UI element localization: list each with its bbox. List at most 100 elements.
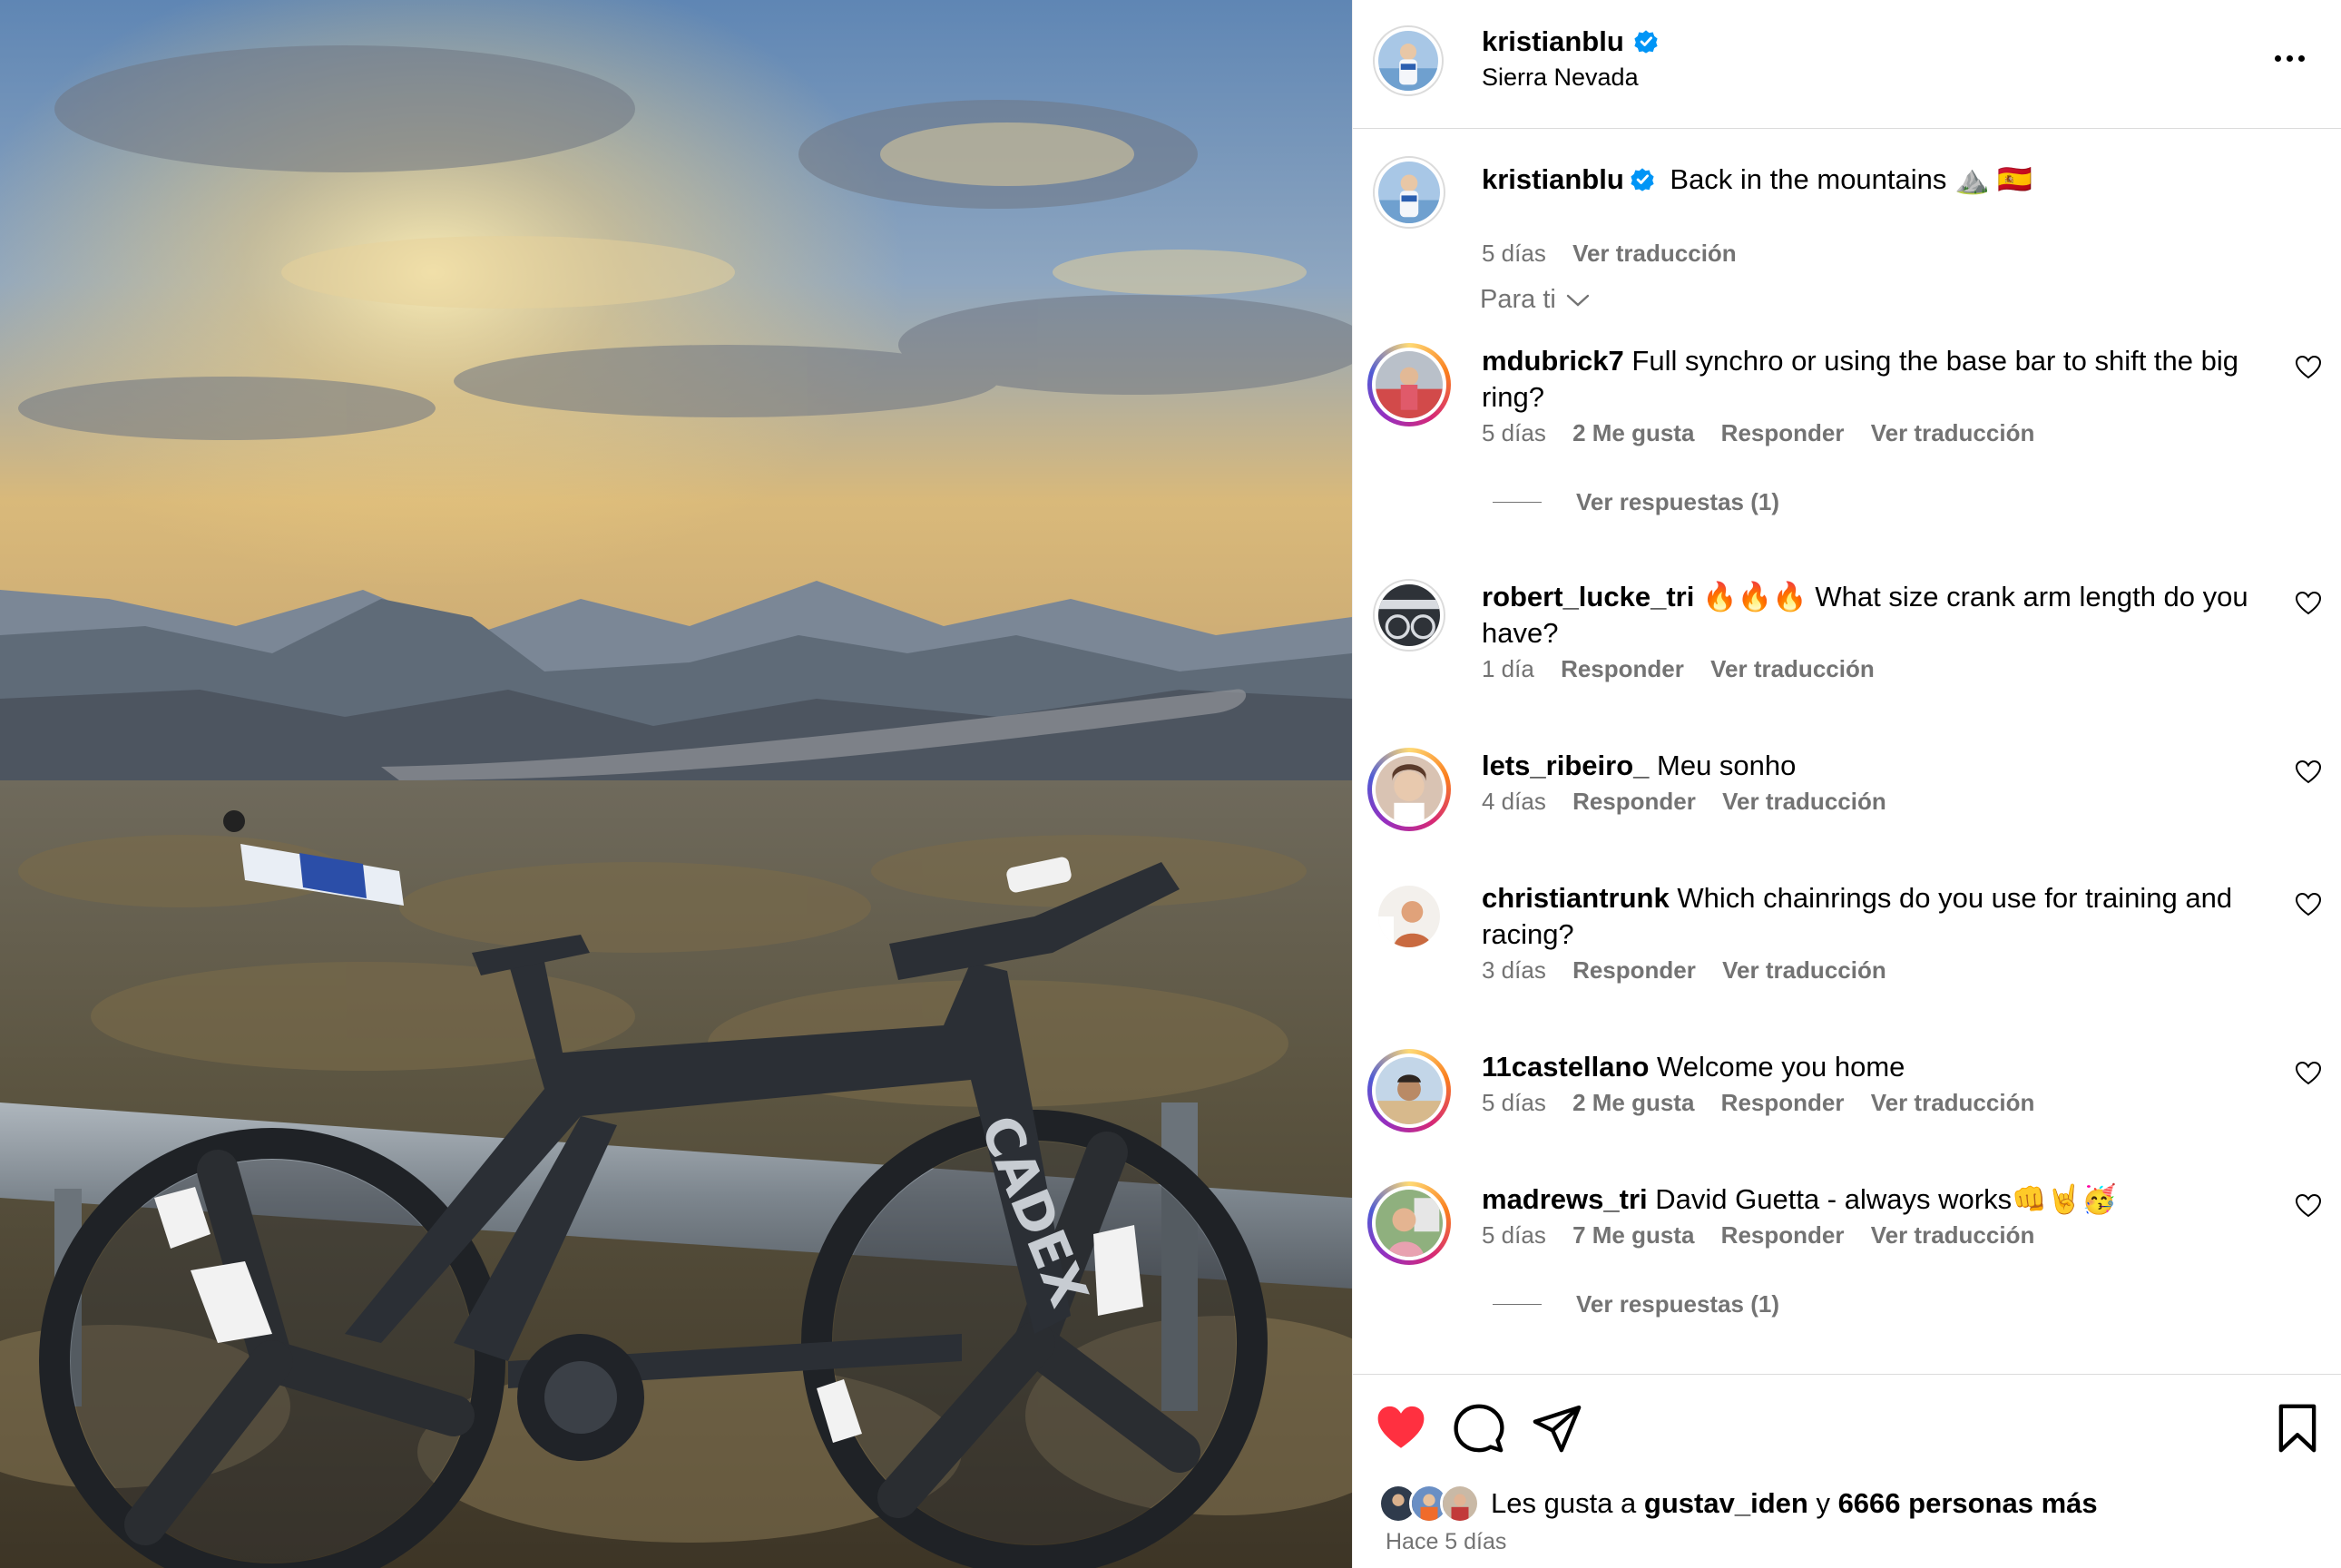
verified-badge-icon [1634,30,1658,54]
comment-body: lets_ribeiro_ Meu sonho [1482,748,2262,784]
comment-text: Meu sonho [1657,750,1797,781]
heart-icon[interactable] [2295,1192,2322,1220]
reply-button[interactable]: Responder [1561,655,1684,682]
heart-icon[interactable] [2295,1060,2322,1087]
post-timestamp: Hace 5 días [1386,1529,1507,1554]
heart-icon[interactable] [2295,590,2322,617]
caption-time: 5 días [1482,240,1546,267]
likes-prefix: Les gusta a [1491,1487,1637,1519]
post-photo[interactable]: CADEX [0,0,1352,1568]
comment-item: 11castellano Welcome you home 5 días 2 M… [1353,1049,2341,1149]
caption-meta: 5 días Ver traducción [1482,240,1757,268]
post-caption: kristianblu Back in the mountains ⛰️ 🇪🇸 … [1353,156,2341,267]
reply-button[interactable]: Responder [1572,956,1696,984]
post-actions-footer: Les gusta a gustav_iden y 6666 personas … [1353,1374,2341,1568]
comment-item: lets_ribeiro_ Meu sonho 4 días Responder… [1353,748,2341,848]
commenter-avatar[interactable] [1373,579,1445,652]
comment-time: 3 días [1482,956,1546,984]
liker-avatars [1378,1484,1484,1524]
comment-likes-count[interactable]: 7 Me gusta [1572,1221,1694,1249]
comment-time: 4 días [1482,788,1546,815]
comment-text: David Guetta - always works👊🤘🥳 [1655,1183,2117,1215]
heart-icon[interactable] [2295,891,2322,918]
reply-button[interactable]: Responder [1572,788,1696,815]
comment-meta: 5 días 2 Me gusta Responder Ver traducci… [1482,1089,2054,1117]
comment-icon[interactable] [1453,1402,1505,1455]
comment-item: robert_lucke_tri 🔥🔥🔥 What size crank arm… [1353,579,2341,706]
author-avatar-image [1378,31,1438,91]
heart-icon[interactable] [2295,759,2322,786]
commenter-avatar-image [1376,1057,1443,1124]
caption-username[interactable]: kristianblu [1482,163,1624,195]
caption-avatar[interactable] [1373,156,1445,229]
comment-body: 11castellano Welcome you home [1482,1049,2262,1085]
comment-username[interactable]: 11castellano [1482,1051,1649,1083]
comments-section[interactable]: kristianblu Back in the mountains ⛰️ 🇪🇸 … [1353,129,2341,1374]
comment-meta: 4 días Responder Ver traducción [1482,788,1906,816]
likes-user[interactable]: gustav_iden [1644,1487,1808,1520]
chevron-down-icon [1566,294,1590,307]
comment-text: Welcome you home [1657,1051,1905,1083]
translate-link[interactable]: Ver traducción [1710,655,1875,682]
commenter-avatar[interactable] [1367,1181,1451,1265]
caption-text-line: kristianblu Back in the mountains ⛰️ 🇪🇸 [1482,162,2262,198]
translate-link[interactable]: Ver traducción [1722,956,1886,984]
replies-divider [1493,502,1542,503]
comment-item: madrews_tri David Guetta - always works👊… [1353,1181,2341,1363]
comment-username[interactable]: christiantrunk [1482,882,1670,914]
commenter-avatar[interactable] [1367,1049,1451,1132]
likes-summary[interactable]: Les gusta a gustav_iden y 6666 personas … [1378,1484,2098,1524]
commenter-avatar-image [1376,756,1443,823]
comment-meta: 3 días Responder Ver traducción [1482,956,1906,985]
post-location[interactable]: Sierra Nevada [1482,64,1639,92]
comment-time: 5 días [1482,419,1546,446]
commenter-avatar[interactable] [1367,343,1451,426]
post-header: kristianblu Sierra Nevada [1353,0,2341,129]
translate-link[interactable]: Ver traducción [1722,788,1886,815]
replies-divider [1493,1304,1542,1305]
heart-icon[interactable] [2295,354,2322,381]
comment-body: christiantrunk Which chainrings do you u… [1482,880,2262,953]
comment-username[interactable]: lets_ribeiro_ [1482,750,1649,781]
commenter-avatar[interactable] [1367,748,1451,831]
comment-item: mdubrick7 Full synchro or using the base… [1353,343,2341,524]
comment-username[interactable]: madrews_tri [1482,1183,1648,1215]
bike-mountain-photo: CADEX [0,0,1352,1568]
more-options-icon[interactable] [2266,40,2313,76]
translate-link[interactable]: Ver traducción [1871,419,2035,446]
heart-filled-icon[interactable] [1375,1402,1427,1455]
author-avatar[interactable] [1373,25,1444,96]
comment-meta: 5 días 7 Me gusta Responder Ver traducci… [1482,1221,2054,1250]
post-sidebar: kristianblu Sierra Nevada kristianblu Ba… [1352,0,2341,1568]
reply-button[interactable]: Responder [1721,1089,1845,1116]
translate-link[interactable]: Ver traducción [1871,1089,2035,1116]
comment-time: 5 días [1482,1089,1546,1116]
comment-body: robert_lucke_tri 🔥🔥🔥 What size crank arm… [1482,579,2262,652]
view-replies-button[interactable]: Ver respuestas (1) [1493,488,1779,516]
comment-item: christiantrunk Which chainrings do you u… [1353,880,2341,1007]
comment-filter-dropdown[interactable]: Para ti [1480,285,1591,315]
reply-button[interactable]: Responder [1721,419,1845,446]
view-replies-label: Ver respuestas (1) [1576,1290,1780,1318]
comment-username[interactable]: mdubrick7 [1482,345,1624,377]
send-icon[interactable] [1531,1402,1583,1455]
caption-avatar-image [1378,162,1440,223]
bookmark-icon[interactable] [2271,1402,2324,1455]
author-username[interactable]: kristianblu [1482,25,1624,57]
comment-likes-count[interactable]: 2 Me gusta [1572,419,1694,446]
view-replies-button[interactable]: Ver respuestas (1) [1493,1290,1779,1318]
comment-filter-label: Para ti [1480,285,1556,314]
commenter-avatar[interactable] [1373,880,1445,953]
likes-others[interactable]: 6666 personas más [1838,1487,2098,1520]
reply-button[interactable]: Responder [1721,1221,1845,1249]
comment-body: madrews_tri David Guetta - always works👊… [1482,1181,2262,1218]
comment-username[interactable]: robert_lucke_tri [1482,581,1694,612]
comment-meta: 5 días 2 Me gusta Responder Ver traducci… [1482,419,2054,447]
comment-likes-count[interactable]: 2 Me gusta [1572,1089,1694,1116]
comment-body: mdubrick7 Full synchro or using the base… [1482,343,2262,416]
translate-link[interactable]: Ver traducción [1871,1221,2035,1249]
caption-text: Back in the mountains ⛰️ 🇪🇸 [1670,163,2032,195]
comment-time: 5 días [1482,1221,1546,1249]
liker-avatar [1440,1484,1480,1524]
caption-translate-link[interactable]: Ver traducción [1572,240,1737,267]
